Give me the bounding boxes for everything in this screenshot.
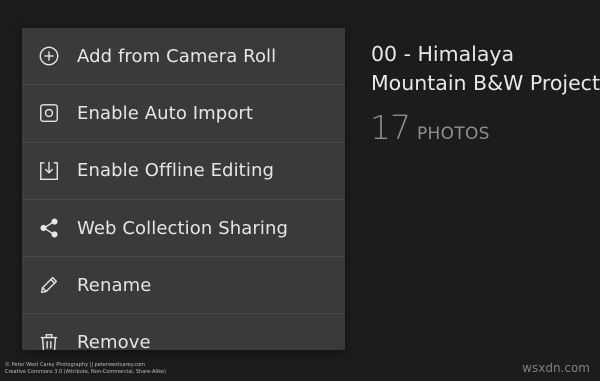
enable-auto-import-item[interactable]: Enable Auto Import [22,85,345,143]
menu-item-label: Enable Auto Import [77,102,254,124]
camera-square-icon [37,101,61,125]
pencil-icon [37,273,61,297]
trash-icon [37,331,61,350]
photo-count: 17 PHOTOS [370,108,490,147]
menu-item-label: Rename [77,274,152,296]
credit-line-1: © Peter West Carey Photography || peterw… [5,362,146,368]
web-collection-sharing-item[interactable]: Web Collection Sharing [22,200,345,258]
credit-line-2: Creative Commons 3.0 (Attribute, Non-Com… [5,369,166,375]
menu-item-label: Web Collection Sharing [77,217,289,239]
remove-item[interactable]: Remove [22,314,345,350]
add-from-camera-roll-item[interactable]: Add from Camera Roll [22,28,345,86]
share-icon [37,216,61,240]
photo-count-unit: PHOTOS [417,124,490,144]
album-options-menu: Add from Camera Roll Enable Auto Import … [22,28,345,350]
watermark: wsxdn.com [522,361,590,375]
menu-item-label: Remove [77,332,151,350]
rename-item[interactable]: Rename [22,257,345,315]
album-title: 00 - Himalaya Mountain B&W Project [371,42,600,95]
enable-offline-editing-item[interactable]: Enable Offline Editing [22,143,345,200]
photo-credit: © Peter West Carey Photography || peterw… [5,362,166,376]
photo-count-number: 17 [370,108,411,147]
menu-item-label: Enable Offline Editing [77,160,274,182]
download-tray-icon [37,159,61,183]
plus-circle-icon [37,44,61,68]
menu-item-label: Add from Camera Roll [77,45,277,67]
